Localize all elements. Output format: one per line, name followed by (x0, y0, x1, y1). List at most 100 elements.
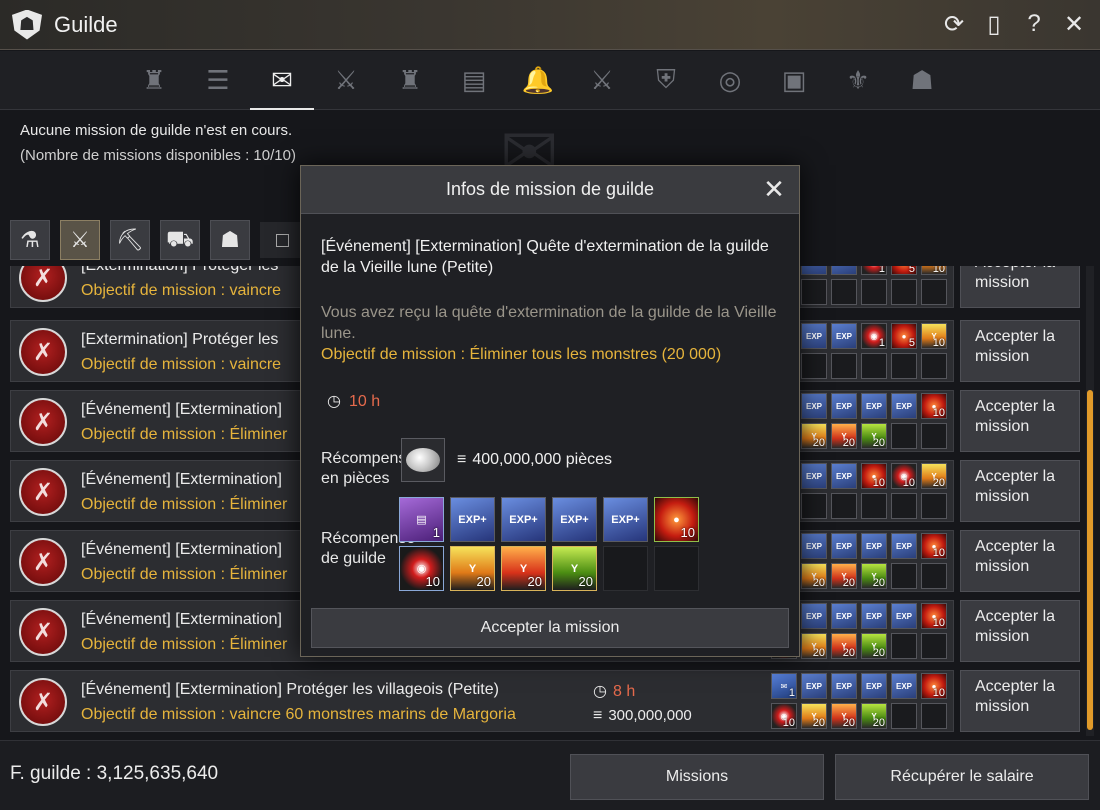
reward-slot[interactable]: EXP (861, 393, 887, 419)
tab-battle[interactable]: ⚔ (570, 51, 634, 109)
reward-slot[interactable]: ● 10 (861, 463, 887, 489)
reward-slot[interactable]: Y10 (921, 266, 947, 275)
reward-slot[interactable]: ●5 (891, 266, 917, 275)
tab-emblem[interactable]: ◎ (698, 51, 762, 109)
accept-mission-button[interactable]: Accepter la mission (960, 670, 1080, 732)
accept-mission-button[interactable]: Accepter la mission (960, 266, 1080, 308)
reward-slot[interactable]: ● 10 (921, 393, 947, 419)
tab-guild-info[interactable]: ♜ (122, 51, 186, 109)
reward-slot[interactable]: Y20 (801, 633, 827, 659)
reward-slot[interactable]: EXP (891, 673, 917, 699)
tab-boss[interactable]: ☗ (890, 51, 954, 109)
reward-slot[interactable]: Y20 (801, 563, 827, 589)
reward-slot[interactable]: EXP (891, 393, 917, 419)
reward-slot[interactable]: EXP (891, 603, 917, 629)
reward-slot[interactable]: ◉10 (771, 703, 797, 729)
reward-slot[interactable]: EXP (831, 393, 857, 419)
reward-slot[interactable]: EXP (801, 393, 827, 419)
tab-missions[interactable]: ✉ (250, 51, 314, 110)
reward-slot[interactable]: Y20 (861, 703, 887, 729)
reward-slot[interactable]: Y20 (861, 563, 887, 589)
reward-slot[interactable]: Y20 (831, 703, 857, 729)
reward-slot[interactable]: Y20 (921, 463, 947, 489)
guild-reward-slot[interactable]: EXP+ (552, 497, 597, 542)
checkbox-box[interactable] (276, 234, 289, 247)
guild-reward-slot[interactable]: Y 20 (450, 546, 495, 591)
reward-slot[interactable]: ●5 (891, 323, 917, 349)
reward-slot[interactable]: EXP (891, 533, 917, 559)
tab-alerts[interactable]: 🔔 (506, 51, 570, 109)
missions-button[interactable]: Missions (570, 754, 824, 800)
reward-count: 20 (842, 717, 855, 729)
document-icon[interactable]: ▯ (978, 8, 1010, 40)
accept-mission-button[interactable]: Accepter la mission (960, 320, 1080, 382)
collect-salary-button[interactable]: Récupérer le salaire (835, 754, 1089, 800)
reward-slot[interactable]: Y20 (831, 423, 857, 449)
close-icon[interactable]: ✕ (1058, 8, 1090, 40)
reward-slot[interactable]: Y20 (801, 703, 827, 729)
guild-reward-slot[interactable]: ◉ 10 (399, 546, 444, 591)
reward-slot[interactable]: EXP (861, 603, 887, 629)
reward-slot[interactable]: ◉10 (891, 463, 917, 489)
guild-reward-slot[interactable]: EXP+ (501, 497, 546, 542)
accept-mission-button[interactable]: Accepter la mission (960, 600, 1080, 662)
reward-slot[interactable]: EXP (801, 673, 827, 699)
reward-slot[interactable]: ✉ 1 (771, 673, 797, 699)
tab-territory[interactable]: ⚜ (826, 51, 890, 109)
reward-slot[interactable]: ● 10 (921, 603, 947, 629)
reward-slot[interactable]: EXP (801, 533, 827, 559)
reward-slot[interactable]: EXP (801, 603, 827, 629)
tab-war[interactable]: ⚔ (314, 51, 378, 109)
reward-slot (891, 423, 917, 449)
reward-slot[interactable]: EXP (801, 266, 827, 275)
reward-slot[interactable]: Y20 (831, 633, 857, 659)
accept-mission-button[interactable]: Accepter la mission (960, 530, 1080, 592)
filter-extermination[interactable]: ⚔ (60, 220, 100, 260)
reward-slot[interactable]: ● 10 (921, 533, 947, 559)
reward-slot[interactable]: Y20 (861, 423, 887, 449)
guild-reward-slot[interactable]: EXP+ (450, 497, 495, 542)
refresh-icon[interactable]: ⟳ (938, 8, 970, 40)
tab-records[interactable]: ▣ (762, 51, 826, 109)
filter-boss[interactable]: ☗ (210, 220, 250, 260)
silver-coins-icon[interactable] (401, 438, 445, 482)
guild-reward-slot[interactable]: Y 20 (501, 546, 546, 591)
scrollbar-thumb[interactable] (1087, 390, 1093, 730)
filter-trade[interactable]: ⛟ (160, 220, 200, 260)
reward-slot[interactable]: EXP (831, 463, 857, 489)
reward-slot[interactable]: EXP (861, 533, 887, 559)
reward-slot[interactable]: EXP (831, 673, 857, 699)
mission-row-body[interactable]: ✗ [Événement] [Extermination] Protéger le… (10, 670, 954, 732)
tab-fortress[interactable]: ♜ (378, 51, 442, 109)
tab-members[interactable]: ☰ (186, 51, 250, 109)
filter-gathering[interactable]: ⚗ (10, 220, 50, 260)
guild-reward-slot[interactable]: ▤ 1 (399, 497, 444, 542)
reward-slot[interactable]: EXP (831, 323, 857, 349)
tab-notice[interactable]: ▤ (442, 51, 506, 109)
reward-slot[interactable]: Y20 (801, 423, 827, 449)
reward-slot[interactable]: EXP (801, 323, 827, 349)
modal-accept-button[interactable]: Accepter la mission (311, 608, 789, 648)
reward-slot[interactable]: ● 10 (921, 673, 947, 699)
reward-slot[interactable]: ◉1 (861, 323, 887, 349)
accept-mission-button[interactable]: Accepter la mission (960, 460, 1080, 522)
reward-slot[interactable]: EXP (801, 463, 827, 489)
guild-reward-slot[interactable]: Y 20 (552, 546, 597, 591)
reward-slot[interactable]: Y20 (861, 633, 887, 659)
filter-checkbox[interactable] (260, 222, 300, 258)
guild-reward-slot[interactable]: EXP+ (603, 497, 648, 542)
help-icon[interactable]: ? (1018, 8, 1050, 40)
reward-slot[interactable]: EXP (831, 266, 857, 275)
tab-shield[interactable]: ⛨ (634, 51, 698, 109)
reward-slot[interactable]: Y20 (831, 563, 857, 589)
reward-slot[interactable]: EXP (861, 673, 887, 699)
modal-close-icon[interactable]: ✕ (761, 176, 787, 202)
reward-slot[interactable]: Y10 (921, 323, 947, 349)
reward-slot[interactable]: EXP (831, 603, 857, 629)
accept-mission-button[interactable]: Accepter la mission (960, 390, 1080, 452)
filter-crafting[interactable]: ⛏ (110, 220, 150, 260)
guild-reward-slot[interactable]: ● 10 (654, 497, 699, 542)
reward-slot[interactable]: EXP (831, 533, 857, 559)
tab-missions-icon: ✉ (271, 64, 293, 95)
reward-slot[interactable]: ◉1 (861, 266, 887, 275)
